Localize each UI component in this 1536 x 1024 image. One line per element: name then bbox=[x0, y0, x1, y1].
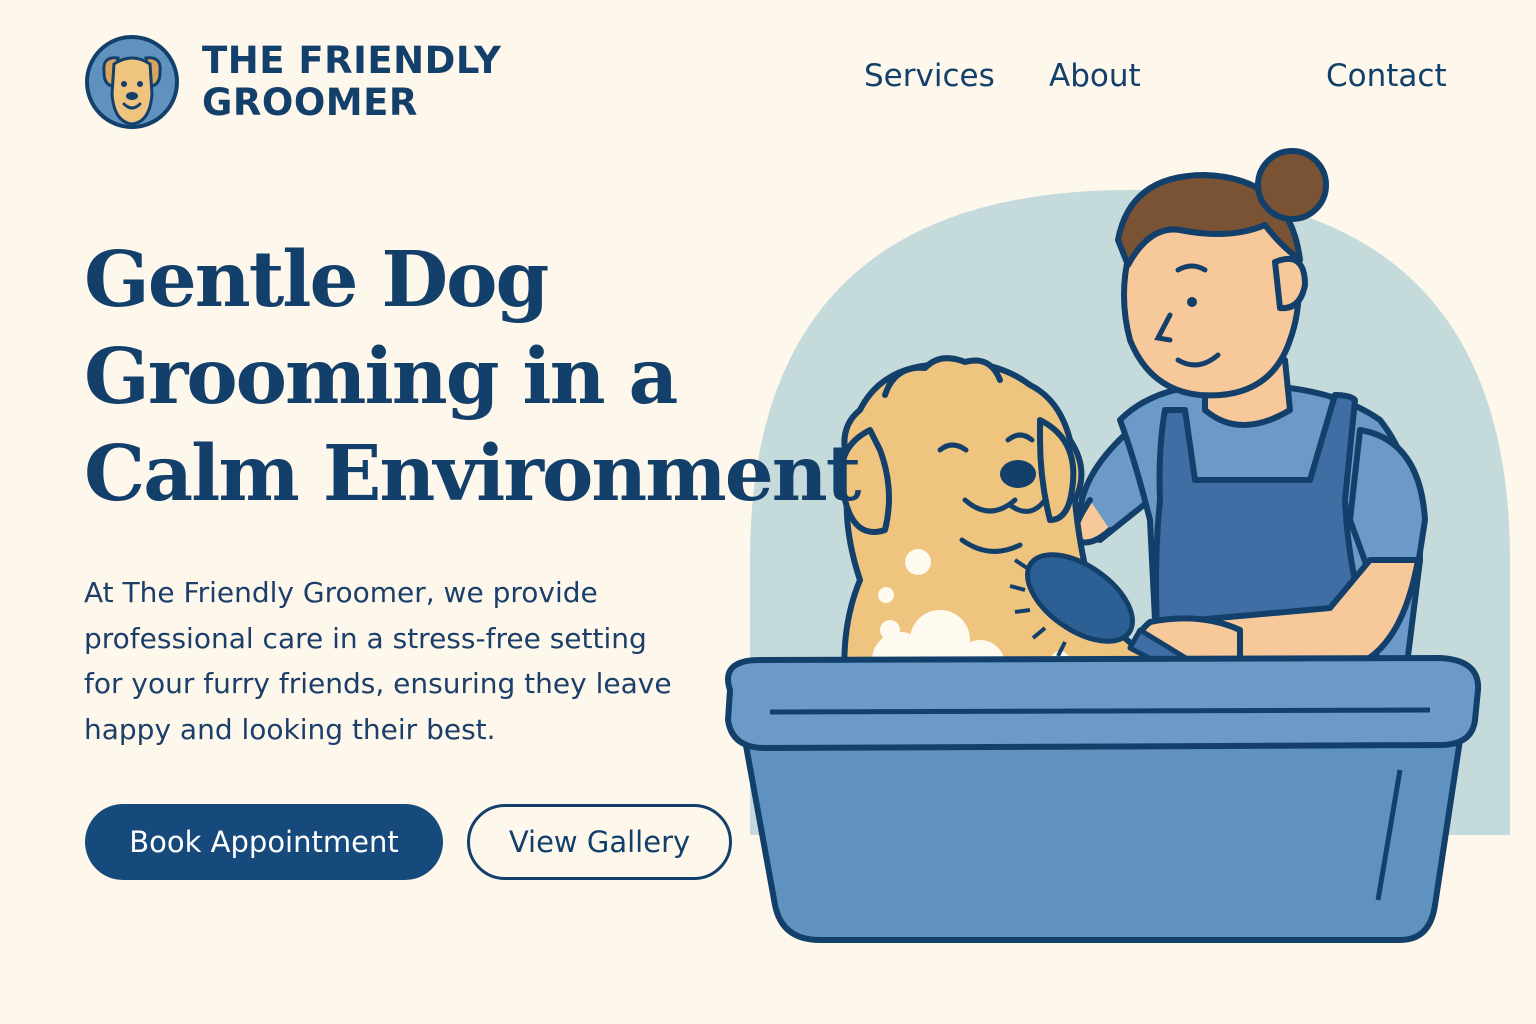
hero-title-line-1: Gentle Dog bbox=[84, 235, 549, 325]
hero-title: Gentle Dog Grooming in a Calm Environmen… bbox=[84, 232, 861, 523]
bath-tub bbox=[725, 655, 1482, 943]
hero-title-line-3: Calm Environment bbox=[84, 429, 861, 519]
hero-title-line-2: Grooming in a bbox=[84, 332, 678, 422]
